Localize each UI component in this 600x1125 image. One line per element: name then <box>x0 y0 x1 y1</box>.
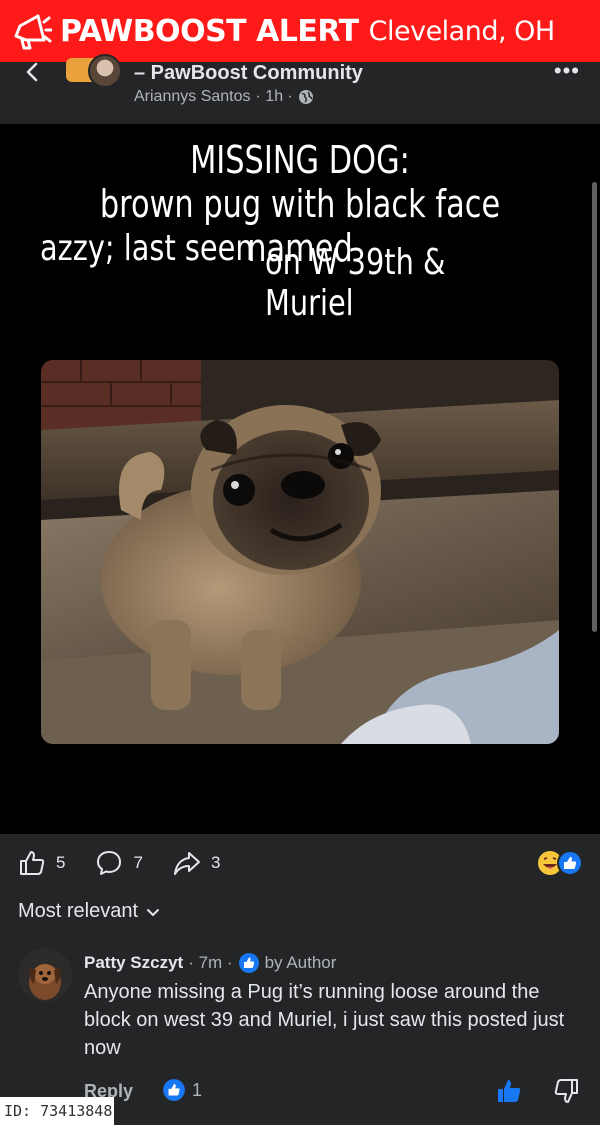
globe-icon <box>298 90 313 104</box>
alert-location: Cleveland, OH <box>368 15 556 47</box>
sort-label: Most relevant <box>18 900 139 922</box>
reactions-summary[interactable] <box>536 850 584 876</box>
alert-id-badge: ID: 73413848 <box>0 1097 114 1125</box>
more-options-icon[interactable]: ••• <box>554 58 580 84</box>
post-meta: Ariannys Santos · 1h · <box>134 88 314 106</box>
like-reaction-icon <box>163 1079 185 1101</box>
comment-button[interactable]: 7 <box>95 849 143 877</box>
megaphone-icon <box>8 8 54 54</box>
comment-count: 7 <box>133 853 143 872</box>
chevron-down-icon <box>147 908 160 916</box>
share-button[interactable]: 3 <box>173 849 220 877</box>
pawboost-alert-banner: PAWBOOST ALERT Cleveland, OH <box>0 0 600 62</box>
thumbs-up-filled-icon[interactable] <box>496 1078 522 1104</box>
group-name-link[interactable]: – PawBoost Community <box>134 62 363 85</box>
comment-time: · 7m · <box>188 953 233 972</box>
scrollbar[interactable] <box>592 182 597 632</box>
comment-header: Patty Szczyt · 7m · by Author <box>84 952 336 974</box>
post-image[interactable]: MISSING DOG: brown pug with black face n… <box>0 124 600 834</box>
comment-like-count: 1 <box>192 1079 203 1100</box>
like-reaction-icon <box>238 953 259 973</box>
comment-author[interactable]: Patty Szczyt <box>84 953 183 973</box>
post-time: · 1h · <box>255 88 293 105</box>
comment-bubble-icon <box>97 851 122 875</box>
group-avatar[interactable] <box>66 54 124 92</box>
like-button[interactable]: 5 <box>18 849 65 877</box>
comment-like-summary[interactable]: 1 <box>162 1078 202 1102</box>
comment-text: Anyone missing a Pug it’s running loose … <box>84 981 565 1059</box>
back-chevron-icon[interactable] <box>22 62 44 84</box>
caption-line-1: MISSING DOG: <box>190 138 410 182</box>
share-count: 3 <box>210 853 221 872</box>
commenter-avatar[interactable] <box>18 948 72 1002</box>
post-author[interactable]: Ariannys Santos <box>134 88 251 106</box>
like-count: 5 <box>56 853 66 872</box>
post-header: – PawBoost Community Ariannys Santos · 1… <box>0 54 600 124</box>
thumbs-down-icon[interactable] <box>554 1078 580 1104</box>
comment-actions: Reply 1 <box>84 1078 584 1108</box>
dog-photo <box>41 360 559 744</box>
like-reaction-icon <box>557 850 583 876</box>
alert-title: PAWBOOST ALERT <box>60 13 359 49</box>
post-action-bar: 5 7 3 <box>0 834 600 892</box>
author-liked-badge: by Author <box>238 952 337 974</box>
comment-sort-dropdown[interactable]: Most relevant <box>18 900 160 923</box>
caption-line-3b: on W 39th & Muriel <box>265 242 446 324</box>
share-arrow-icon <box>173 852 200 875</box>
thumbs-up-icon <box>20 851 45 875</box>
author-badge-label: by Author <box>264 953 337 972</box>
caption-line-3a: azzy; last seen <box>40 228 254 269</box>
author-avatar <box>88 54 122 88</box>
